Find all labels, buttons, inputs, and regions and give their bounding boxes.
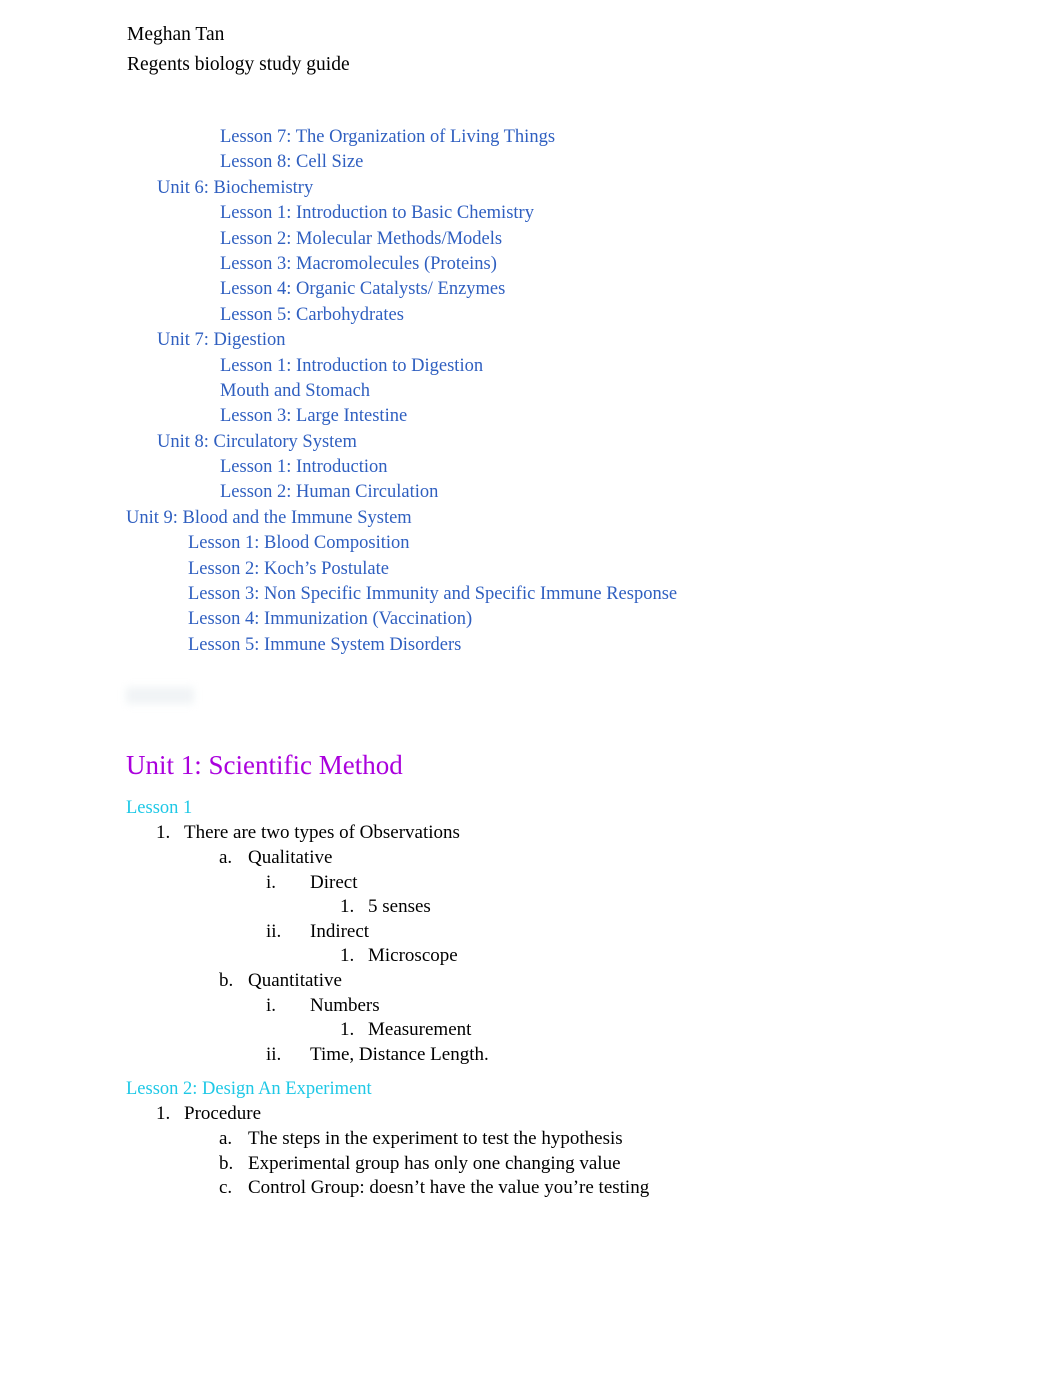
toc-entry[interactable]: Mouth and Stomach xyxy=(0,379,1062,404)
document-page: Meghan Tan Regents biology study guide L… xyxy=(0,0,1062,1376)
document-subtitle: Regents biology study guide xyxy=(127,53,350,75)
outline-text: Indirect xyxy=(310,920,370,942)
unit-heading: Unit 1: Scientific Method xyxy=(126,750,403,780)
toc-entry[interactable]: Lesson 2: Human Circulation xyxy=(0,480,1062,505)
outline-item: 1. Procedure xyxy=(0,1102,1062,1127)
outline-marker: 1. xyxy=(156,822,171,844)
outline-text: Control Group: doesn’t have the value yo… xyxy=(248,1177,650,1199)
outline-item: a. The steps in the experiment to test th… xyxy=(0,1127,1062,1152)
outline-item: ii. Indirect xyxy=(0,920,1062,945)
outline-item: 1. 5 senses xyxy=(0,895,1062,920)
outline-marker: 1. xyxy=(340,1019,355,1041)
toc-entry[interactable]: Lesson 4: Immunization (Vaccination) xyxy=(0,607,1062,632)
outline-item: c. Control Group: doesn’t have the value … xyxy=(0,1176,1062,1201)
outline-marker: ii. xyxy=(266,920,282,942)
outline-text: The steps in the experiment to test the … xyxy=(248,1128,623,1149)
outline-item: b. Experimental group has only one changi… xyxy=(0,1152,1062,1177)
outline-marker: b. xyxy=(219,1152,234,1174)
outline-text: Time, Distance Length. xyxy=(310,1043,489,1065)
toc-entry[interactable]: Lesson 1: Blood Composition xyxy=(0,531,1062,556)
outline-item: b. Quantitative xyxy=(0,969,1062,994)
outline-text: Direct xyxy=(310,871,358,893)
outline-text: Qualitative xyxy=(248,847,333,868)
lesson-heading: Lesson 1 xyxy=(126,798,193,818)
toc-entry[interactable]: Lesson 3: Non Specific Immunity and Spec… xyxy=(0,582,1062,607)
toc-entry[interactable]: Lesson 8: Cell Size xyxy=(0,150,1062,175)
toc-entry[interactable]: Lesson 2: Koch’s Postulate xyxy=(0,557,1062,582)
outline-text: There are two types of Observations xyxy=(184,822,460,844)
lesson-section: Lesson 1 1. There are two types of Observa… xyxy=(0,796,1062,1067)
outline-marker: i. xyxy=(266,871,277,893)
toc-entry[interactable]: Lesson 1: Introduction xyxy=(0,455,1062,480)
outline-text: Numbers xyxy=(310,994,380,1016)
outline-item: i. Numbers xyxy=(0,994,1062,1019)
toc-entry[interactable]: Lesson 1: Introduction to Basic Chemistr… xyxy=(0,201,1062,226)
toc-entry[interactable]: Lesson 1: Introduction to Digestion xyxy=(0,354,1062,379)
outline-marker: 1. xyxy=(156,1103,171,1125)
toc-entry[interactable]: Lesson 5: Immune System Disorders xyxy=(0,633,1062,658)
toc-entry[interactable]: Lesson 3: Large Intestine xyxy=(0,404,1062,429)
document-header: Meghan Tan Regents biology study guide xyxy=(127,20,350,79)
outline-text: Microscope xyxy=(368,945,458,967)
outline-item: ii. Time, Distance Length. xyxy=(0,1043,1062,1068)
outline-item: i. Direct xyxy=(0,871,1062,896)
scan-artifact-smudge xyxy=(126,687,194,704)
outline-item: 1. Microscope xyxy=(0,944,1062,969)
toc-entry[interactable]: Lesson 2: Molecular Methods/Models xyxy=(0,227,1062,252)
outline-item: 1. There are two types of Observations xyxy=(0,821,1062,846)
outline-marker: i. xyxy=(266,994,277,1016)
outline-text: Quantitative xyxy=(248,969,342,991)
outline-text: Measurement xyxy=(368,1019,472,1041)
outline-text: Experimental group has only one changing… xyxy=(248,1152,621,1174)
outline-marker: ii. xyxy=(266,1043,282,1065)
toc-entry[interactable]: Unit 9: Blood and the Immune System xyxy=(0,506,1062,531)
toc-entry[interactable]: Lesson 5: Carbohydrates xyxy=(0,303,1062,328)
outline-marker: a. xyxy=(219,1128,233,1149)
lesson-heading: Lesson 2: Design An Experiment xyxy=(126,1079,372,1099)
outline-item: a. Qualitative xyxy=(0,846,1062,871)
outline-marker: c. xyxy=(219,1177,233,1199)
outline-item: 1. Measurement xyxy=(0,1018,1062,1043)
author-name: Meghan Tan xyxy=(127,24,225,45)
lesson-section: Lesson 2: Design An Experiment 1. Procedur… xyxy=(0,1077,1062,1201)
toc-entry[interactable]: Lesson 7: The Organization of Living Thi… xyxy=(0,125,1062,150)
outline-marker: a. xyxy=(219,847,233,868)
toc-entry[interactable]: Unit 6: Biochemistry xyxy=(0,176,1062,201)
toc-entry[interactable]: Lesson 3: Macromolecules (Proteins) xyxy=(0,252,1062,277)
table-of-contents: Lesson 7: The Organization of Living Thi… xyxy=(0,125,1062,658)
toc-entry[interactable]: Unit 7: Digestion xyxy=(0,328,1062,353)
outline-text: 5 senses xyxy=(368,896,431,918)
toc-entry[interactable]: Unit 8: Circulatory System xyxy=(0,430,1062,455)
outline-marker: 1. xyxy=(340,896,355,918)
outline-marker: 1. xyxy=(340,945,355,967)
outline-text: Procedure xyxy=(184,1103,262,1125)
outline-marker: b. xyxy=(219,969,234,991)
toc-entry[interactable]: Lesson 4: Organic Catalysts/ Enzymes xyxy=(0,277,1062,302)
